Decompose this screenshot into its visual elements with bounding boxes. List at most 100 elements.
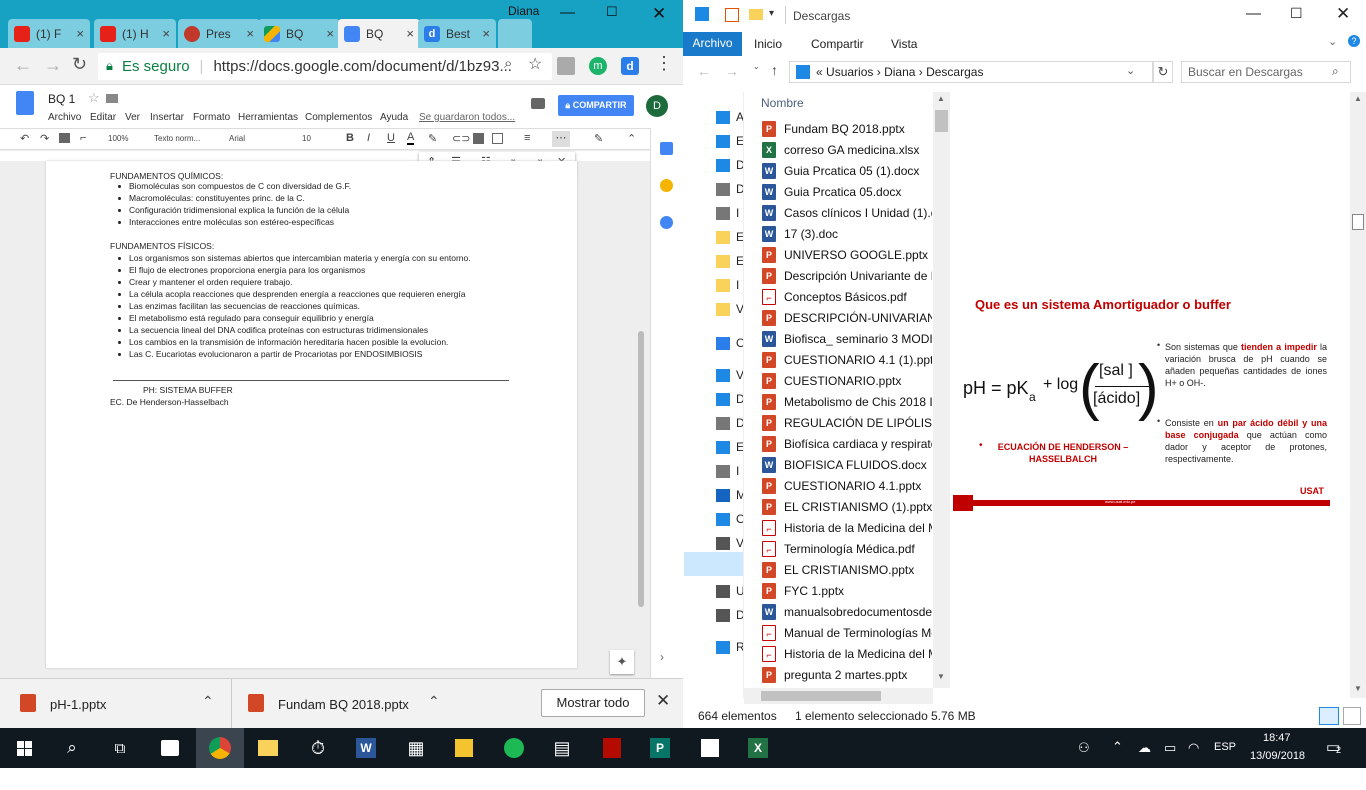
bold-icon[interactable]: B [346, 132, 354, 144]
horizontal-scrollbar[interactable] [744, 688, 933, 704]
scrollbar-thumb[interactable] [935, 110, 948, 132]
address-bar[interactable]: 🔒︎ Es seguro | https://docs.google.com/d… [98, 53, 552, 80]
undo-icon[interactable]: ↶ [20, 132, 29, 145]
maximize-button[interactable]: ☐ [606, 4, 618, 20]
start-button[interactable] [0, 728, 48, 768]
ribbon-tab-vista[interactable]: Vista [891, 37, 917, 51]
preview-scrollbar[interactable]: ▲ ▼ [1350, 92, 1366, 698]
file-row[interactable]: P Descripción Univariante de D [760, 265, 932, 286]
link-icon[interactable]: ⊂⊃ [452, 132, 470, 145]
file-row[interactable]: Xcorreso GA medicina.xlsx [760, 139, 932, 160]
forward-icon[interactable]: → [725, 63, 739, 79]
saved-status[interactable]: Se guardaron todos... [419, 112, 515, 123]
battery-icon[interactable]: ▭ [1164, 740, 1176, 780]
scrollbar-thumb[interactable] [761, 691, 881, 701]
large-icons-view-icon[interactable] [1343, 707, 1361, 725]
download-item-2[interactable]: Fundam BQ 2018.pptx ⌃ [240, 687, 454, 721]
file-row[interactable]: P Metabolismo de Chis 2018 II. [760, 391, 932, 412]
file-row[interactable]: W Biofisca_ seminario 3 MODIF [760, 328, 932, 349]
people-icon[interactable]: ⚇ [1078, 740, 1090, 780]
print-icon[interactable] [59, 133, 70, 143]
calculator-icon[interactable]: ▦ [392, 728, 440, 768]
scroll-up-icon[interactable]: ▲ [937, 94, 945, 103]
notes-app-icon[interactable] [686, 728, 734, 768]
tab-dictionary[interactable]: d Best × [418, 19, 496, 48]
collapse-icon[interactable]: ⌃ [627, 132, 636, 145]
folder-icon[interactable] [106, 94, 118, 103]
alarm-icon[interactable]: ⏱ [294, 728, 342, 768]
excel-taskbar-icon[interactable]: X [734, 728, 782, 768]
scrollbar-thumb[interactable] [1352, 214, 1364, 230]
up-icon[interactable]: ↑ [771, 62, 778, 78]
file-row[interactable]: P UNIVERSO GOOGLE.pptx [760, 244, 932, 265]
address-dropdown-icon[interactable]: ⌄ [1126, 64, 1135, 77]
tab-drive[interactable]: BQ × [258, 19, 340, 48]
word-taskbar-icon[interactable]: W [342, 728, 390, 768]
scroll-up-icon[interactable]: ▲ [1354, 94, 1362, 103]
edit-mode-icon[interactable]: ✎ [594, 132, 603, 145]
task-view-icon[interactable]: ⧉ [96, 728, 144, 768]
show-all-button[interactable]: Mostrar todo [541, 689, 645, 717]
refresh-icon[interactable]: ↻ [1153, 61, 1173, 83]
scrollbar-thumb[interactable] [638, 331, 644, 607]
file-row[interactable]: P DESCRIPCIÓN-UNIVARIANTE [760, 307, 932, 328]
file-row[interactable]: W Casos clínicos I Unidad (1).do [760, 202, 932, 223]
file-row[interactable]: P Biofísica cardiaca y respirato [760, 433, 932, 454]
details-view-icon[interactable] [1319, 707, 1339, 725]
file-row[interactable]: ⌐ Terminología Médica.pdf [760, 538, 932, 559]
text-color-icon[interactable]: A [407, 131, 415, 145]
recent-locations-icon[interactable]: ⌄ [753, 62, 760, 71]
style-select[interactable]: Texto norm... [154, 134, 200, 143]
more-options-icon[interactable]: ⋯ [552, 131, 570, 147]
chevron-up-icon[interactable]: ⌃ [202, 693, 214, 710]
breadcrumb-overflow[interactable]: « [816, 65, 823, 79]
avatar[interactable]: D [646, 95, 668, 117]
keep-icon[interactable] [660, 179, 673, 192]
explore-icon[interactable]: ✦ [610, 650, 634, 674]
size-select[interactable]: 10 [302, 134, 311, 143]
chevron-up-icon[interactable]: ⌃ [428, 693, 440, 710]
menu-insertar[interactable]: Insertar [150, 112, 184, 123]
file-row[interactable]: ⌐ Conceptos Básicos.pdf [760, 286, 932, 307]
ribbon-tab-inicio[interactable]: Inicio [754, 37, 782, 51]
file-row[interactable]: ⌐ Manual de Terminologías Mé [760, 622, 932, 643]
file-row[interactable]: P FYC 1.pptx [760, 580, 932, 601]
close-icon[interactable]: × [162, 26, 170, 41]
redo-icon[interactable]: ↷ [40, 132, 49, 145]
comments-icon[interactable] [531, 98, 545, 109]
close-window-button[interactable]: ✕ [652, 4, 666, 24]
menu-ayuda[interactable]: Ayuda [380, 112, 408, 123]
file-row[interactable]: W 17 (3).doc [760, 223, 932, 244]
align-icon[interactable]: ≡ [524, 132, 530, 144]
menu-dots-icon[interactable]: ⋮ [655, 53, 673, 74]
calendar-icon[interactable]: ▤ [538, 728, 586, 768]
document-page[interactable]: FUNDAMENTOS QUÍMICOS: Biomoléculas son c… [46, 161, 577, 668]
download-item-1[interactable]: pH-1.pptx ⌃ [12, 687, 226, 721]
close-icon[interactable]: × [76, 26, 84, 41]
menu-complementos[interactable]: Complementos [305, 112, 372, 123]
file-row[interactable]: Ppregunta 2 martes.pptx [760, 664, 932, 685]
scroll-down-icon[interactable]: ▼ [937, 672, 945, 681]
file-row[interactable]: ⌐ Historia de la Medicina del M [760, 643, 932, 664]
close-icon[interactable]: × [406, 26, 414, 41]
spotify-icon[interactable] [490, 728, 538, 768]
breadcrumb-usuarios[interactable]: Usuarios [826, 65, 873, 79]
acrobat-icon[interactable] [588, 728, 636, 768]
minimize-button[interactable]: — [1246, 5, 1261, 22]
dict-extension-icon[interactable]: d [621, 57, 639, 75]
wifi-icon[interactable]: ◠ [1188, 740, 1199, 780]
back-icon[interactable]: ← [14, 55, 32, 76]
maximize-button[interactable]: ☐ [1290, 5, 1303, 22]
tab-presentation[interactable]: Pres × [178, 19, 260, 48]
ribbon-tab-compartir[interactable]: Compartir [811, 37, 864, 51]
chrome-taskbar-icon[interactable] [196, 728, 244, 768]
menu-ver[interactable]: Ver [125, 112, 140, 123]
new-folder-icon[interactable] [749, 9, 763, 20]
highlight-icon[interactable]: ✎ [428, 132, 437, 145]
ribbon-tab-archivo[interactable]: Archivo [683, 32, 742, 56]
file-explorer-taskbar-icon[interactable] [244, 728, 292, 768]
underline-icon[interactable]: U [387, 132, 395, 144]
language-indicator[interactable]: ESP [1214, 741, 1236, 781]
zoom-select[interactable]: 100% [108, 134, 128, 143]
sticky-notes-icon[interactable] [440, 728, 488, 768]
